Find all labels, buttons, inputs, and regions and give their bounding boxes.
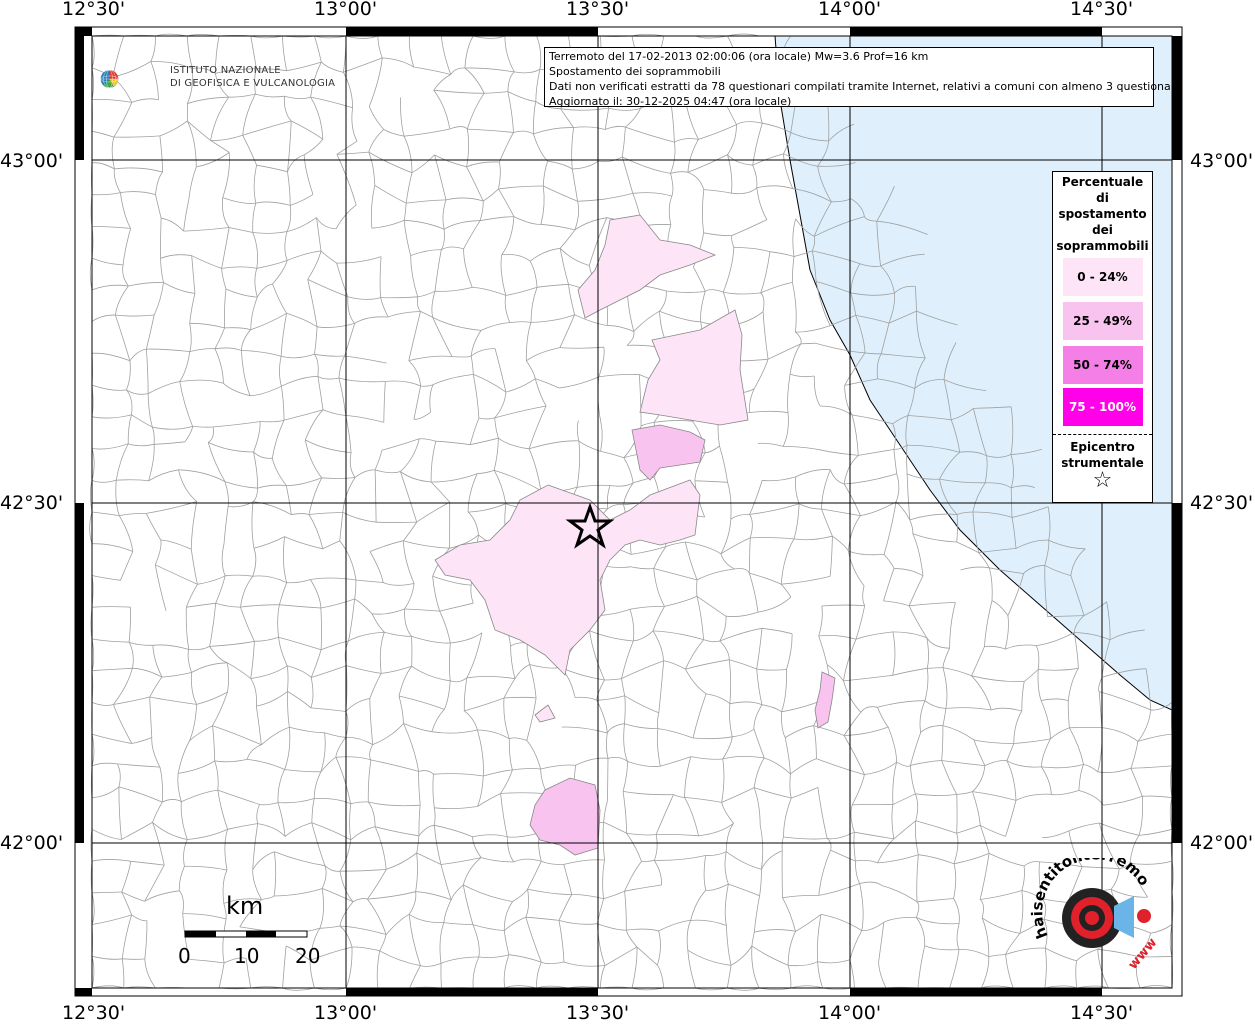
updated-line: Aggiornato il: 30-12-2025 04:47 (ora loc… — [549, 95, 792, 108]
scale-tick-10: 10 — [234, 944, 260, 968]
legend-title-line4: dei — [1092, 223, 1113, 237]
lon-label-top-4: 14°00' — [818, 0, 882, 20]
ingv-name: ISTITUTO NAZIONALE DI GEOFISICA E VULCAN… — [170, 64, 335, 90]
lat-label-left-2: 42°30' — [0, 492, 64, 514]
ingv-name-line1: ISTITUTO NAZIONALE — [170, 65, 281, 76]
lon-label-bottom-4: 14°00' — [818, 1002, 882, 1024]
legend-title-line2: di — [1096, 191, 1109, 205]
legend-title-line5: soprammobili — [1056, 239, 1149, 253]
source-line: Dati non verificati estratti da 78 quest… — [549, 80, 1182, 93]
legend-swatch-75-100: 75 - 100% — [1062, 388, 1143, 426]
legend-swatch-50-74: 50 - 74% — [1062, 346, 1143, 384]
scale-tick-0: 0 — [178, 944, 191, 968]
legend: Percentuale di spostamento dei soprammob… — [1052, 171, 1153, 503]
lat-label-left-1: 43°00' — [0, 150, 64, 172]
legend-epicenter: Epicentro strumentale ☆ — [1053, 435, 1152, 493]
ingv-name-line2: DI GEOFISICA E VULCANOLOGIA — [170, 78, 336, 89]
lon-label-bottom-5: 14°30' — [1070, 1002, 1134, 1024]
lat-label-right-2: 42°30' — [1190, 492, 1254, 514]
boundary-line — [607, 758, 609, 801]
legend-title: Percentuale di spostamento dei soprammob… — [1053, 172, 1152, 254]
lon-label-bottom-3: 13°30' — [566, 1002, 630, 1024]
event-info-box: Terremoto del 17-02-2013 02:00:06 (ora l… — [544, 47, 1182, 108]
legend-title-line3: spostamento — [1058, 207, 1147, 221]
event-line: Terremoto del 17-02-2013 02:00:06 (ora l… — [549, 50, 929, 63]
haisentito-logo-icon: haisentitoilterremoto.it www — [1030, 858, 1161, 973]
parameter-line: Spostamento dei soprammobili — [549, 65, 721, 78]
scale-bar — [184, 930, 308, 938]
legend-swatch-25-49: 25 - 49% — [1062, 302, 1143, 340]
ingv-globe-icon — [100, 69, 119, 89]
legend-epicenter-line1: Epicentro — [1070, 440, 1135, 454]
lon-label-top-1: 12°30' — [62, 0, 126, 20]
legend-title-line1: Percentuale — [1061, 175, 1144, 189]
scale-unit: km — [226, 892, 264, 920]
lon-label-top-2: 13°00' — [314, 0, 378, 20]
lon-label-top-5: 14°30' — [1070, 0, 1134, 20]
lon-label-bottom-2: 13°00' — [314, 1002, 378, 1024]
lon-label-top-3: 13°30' — [566, 0, 630, 20]
legend-swatch-0-24: 0 - 24% — [1062, 258, 1143, 296]
lat-label-right-1: 43°00' — [1190, 150, 1254, 172]
logo-www-text: www — [1126, 935, 1161, 972]
lat-label-left-3: 42°00' — [0, 832, 64, 854]
scale-tick-20: 20 — [295, 944, 321, 968]
lon-label-bottom-1: 12°30' — [62, 1002, 126, 1024]
star-icon: ☆ — [1092, 468, 1113, 493]
lat-label-right-3: 42°00' — [1190, 832, 1254, 854]
